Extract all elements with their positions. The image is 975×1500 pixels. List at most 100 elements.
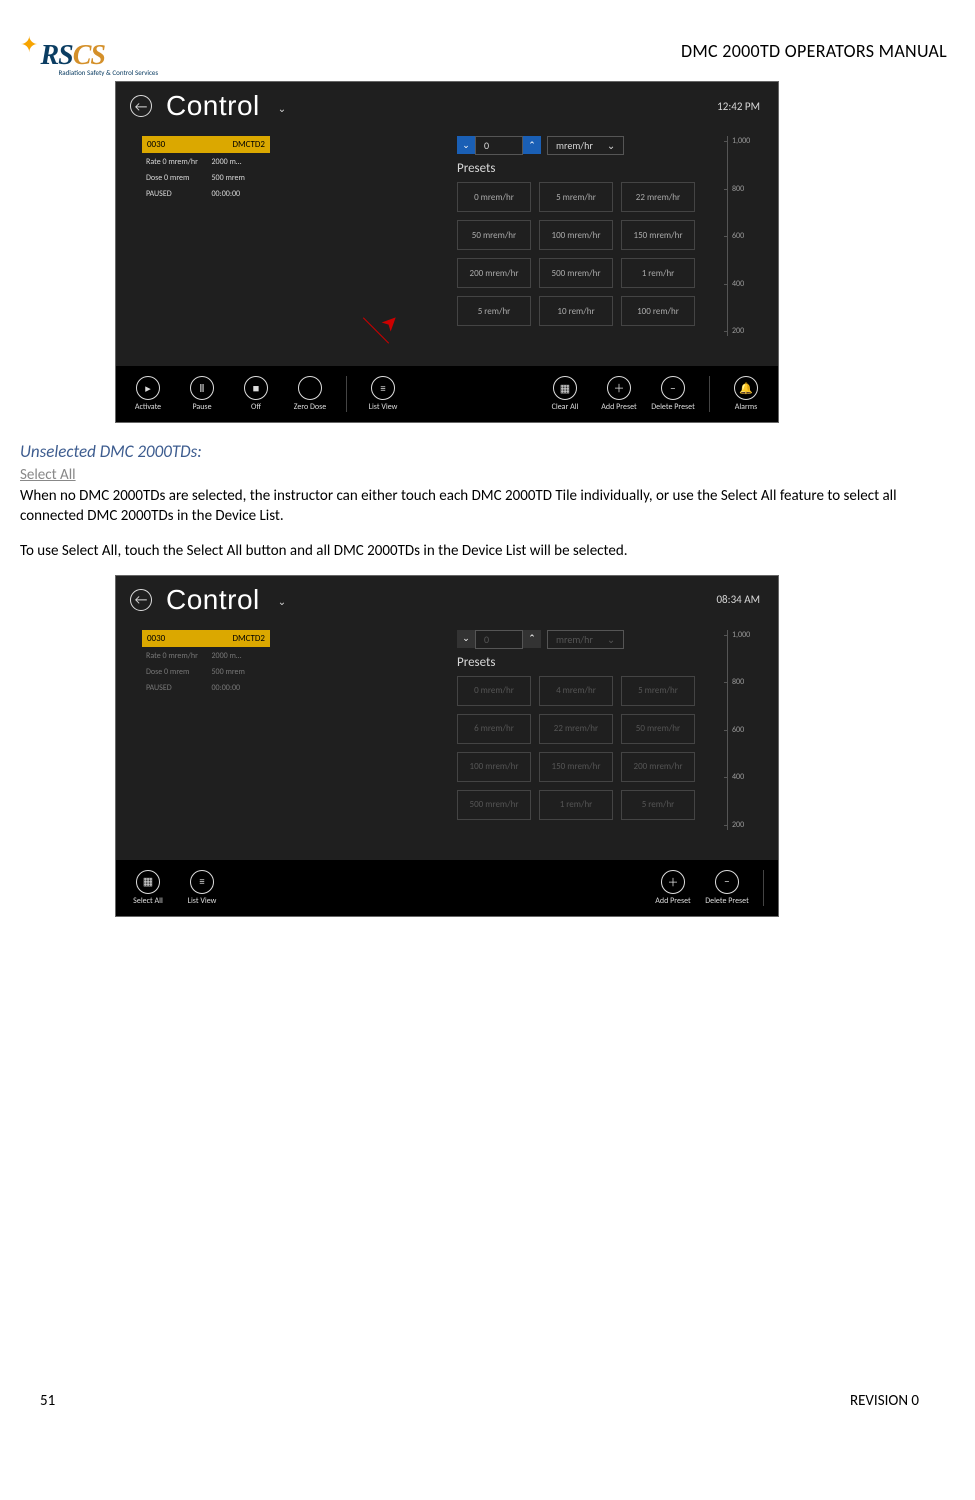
delete-preset-button[interactable]: −Delete Preset: [705, 870, 749, 906]
tile-val2: 500 mrem: [208, 665, 271, 679]
screenshot-control-selected: ← Control ⌄ 12:42 PM 0030 DMCTD2 Rate 0 m…: [115, 81, 779, 423]
preset-cell: 150 mrem/hr: [539, 752, 613, 782]
minus-icon: −: [715, 870, 739, 894]
tile-val2: 500 mrem: [208, 171, 271, 185]
page-footer: 51 REVISION 0: [40, 1392, 919, 1410]
play-icon: ▸: [136, 376, 160, 400]
axis: 1,000 800 600 400 200: [727, 630, 768, 830]
preset-cell[interactable]: 50 mrem/hr: [457, 220, 531, 250]
tile-rate: Rate 0 mrem/hr: [142, 649, 205, 663]
preset-cell[interactable]: 100 mrem/hr: [539, 220, 613, 250]
clear-icon: ▦: [553, 376, 577, 400]
spinner-value[interactable]: 0: [475, 136, 523, 155]
clock: 08:34 AM: [716, 593, 764, 606]
rate-spinner: ⌄ 0 ⌃ mrem/hr⌄: [457, 630, 719, 649]
presets-grid: 0 mrem/hr 5 mrem/hr 22 mrem/hr 50 mrem/h…: [457, 182, 719, 326]
chevron-down-icon[interactable]: ⌄: [278, 595, 286, 608]
tile-model: 2000 m…: [208, 649, 271, 663]
back-icon[interactable]: ←: [130, 95, 152, 117]
tile-name: DMCTD2: [232, 139, 265, 150]
preset-cell: 5 rem/hr: [621, 790, 695, 820]
presets-label: Presets: [457, 161, 719, 176]
separator: [346, 376, 347, 412]
preset-cell: 4 mrem/hr: [539, 676, 613, 706]
stop-icon: ■: [244, 376, 268, 400]
tile-name: DMCTD2: [232, 633, 265, 644]
zero-dose-button[interactable]: Zero Dose: [288, 376, 332, 412]
preset-cell: 22 mrem/hr: [539, 714, 613, 744]
spinner-up-icon[interactable]: ⌃: [523, 136, 541, 154]
preset-cell[interactable]: 1 rem/hr: [621, 258, 695, 288]
preset-cell[interactable]: 0 mrem/hr: [457, 182, 531, 212]
separator: [763, 870, 764, 906]
activate-button[interactable]: ▸Activate: [126, 376, 170, 412]
chevron-down-icon: ⌄: [607, 139, 615, 152]
clock: 12:42 PM: [717, 100, 764, 113]
unit-select[interactable]: mrem/hr⌄: [547, 136, 624, 155]
pause-icon: Ⅱ: [190, 376, 214, 400]
add-preset-button[interactable]: ＋Add Preset: [651, 870, 695, 906]
spinner-down-icon[interactable]: ⌄: [457, 136, 475, 154]
page-header: ✦ RSCS Radiation Safety & Control Servic…: [20, 40, 947, 77]
off-button[interactable]: ■Off: [234, 376, 278, 412]
separator: [709, 376, 710, 412]
device-tile[interactable]: 0030DMCTD2 Rate 0 mrem/hr2000 m… Dose 0 …: [142, 136, 270, 358]
list-view-button[interactable]: ≡List View: [361, 376, 405, 412]
select-all-icon: ▦: [136, 870, 160, 894]
preset-cell[interactable]: 100 rem/hr: [621, 296, 695, 326]
rate-spinner[interactable]: ⌄ 0 ⌃ mrem/hr⌄: [457, 136, 719, 155]
revision-label: REVISION 0: [850, 1392, 919, 1410]
spinner-down-icon: ⌄: [457, 630, 475, 648]
document-title: DMC 2000TD OPERATORS MANUAL: [681, 40, 947, 62]
screen-title: Control: [166, 90, 260, 122]
tile-id: 0030: [147, 139, 165, 150]
tile-id: 0030: [147, 633, 165, 644]
preset-cell[interactable]: 200 mrem/hr: [457, 258, 531, 288]
screenshot-control-unselected: ← Control ⌄ 08:34 AM 0030DMCTD2 Rate 0 m…: [115, 575, 779, 917]
logo-tagline: Radiation Safety & Control Services: [58, 68, 158, 77]
preset-cell[interactable]: 22 mrem/hr: [621, 182, 695, 212]
preset-cell[interactable]: 10 rem/hr: [539, 296, 613, 326]
preset-cell: 5 mrem/hr: [621, 676, 695, 706]
logo-star-icon: ✦: [20, 31, 38, 58]
tile-rate: Rate 0 mrem/hr: [142, 155, 205, 169]
tile-model: 2000 m…: [208, 155, 271, 169]
preset-cell: 0 mrem/hr: [457, 676, 531, 706]
plus-icon: ＋: [661, 870, 685, 894]
list-icon: ≡: [371, 376, 395, 400]
preset-cell: 100 mrem/hr: [457, 752, 531, 782]
preset-cell: 500 mrem/hr: [457, 790, 531, 820]
chevron-down-icon[interactable]: ⌄: [278, 102, 286, 115]
preset-cell: 6 mrem/hr: [457, 714, 531, 744]
minus-icon: −: [661, 376, 685, 400]
tile-time: 00:00:00: [208, 681, 271, 695]
page-number: 51: [40, 1392, 55, 1410]
tile-time: 00:00:00: [208, 187, 271, 201]
axis: 1,000 800 600 400 200: [727, 136, 768, 336]
preset-cell: 1 rem/hr: [539, 790, 613, 820]
app-bar: ▸Activate ⅡPause ■Off Zero Dose ≡List Vi…: [116, 366, 778, 422]
back-icon[interactable]: ←: [130, 589, 152, 611]
preset-cell[interactable]: 150 mrem/hr: [621, 220, 695, 250]
preset-cell[interactable]: 500 mrem/hr: [539, 258, 613, 288]
add-preset-button[interactable]: ＋Add Preset: [597, 376, 641, 412]
logo: ✦ RSCS Radiation Safety & Control Servic…: [20, 40, 158, 77]
pause-button[interactable]: ⅡPause: [180, 376, 224, 412]
zero-icon: [298, 376, 322, 400]
logo-text: RSCS: [40, 40, 105, 71]
select-all-button[interactable]: ▦Select All: [126, 870, 170, 906]
preset-cell: 50 mrem/hr: [621, 714, 695, 744]
presets-label: Presets: [457, 655, 719, 670]
alarms-button[interactable]: 🔔Alarms: [724, 376, 768, 412]
preset-cell[interactable]: 5 mrem/hr: [539, 182, 613, 212]
preset-cell: 200 mrem/hr: [621, 752, 695, 782]
device-tile[interactable]: 0030DMCTD2 Rate 0 mrem/hr2000 m… Dose 0 …: [142, 630, 270, 852]
presets-grid: 0 mrem/hr 4 mrem/hr 5 mrem/hr 6 mrem/hr …: [457, 676, 719, 820]
paragraph: When no DMC 2000TDs are selected, the in…: [20, 486, 947, 527]
delete-preset-button[interactable]: −Delete Preset: [651, 376, 695, 412]
tile-state: PAUSED: [142, 681, 205, 695]
preset-cell[interactable]: 5 rem/hr: [457, 296, 531, 326]
spinner-up-icon: ⌃: [523, 630, 541, 648]
clear-all-button[interactable]: ▦Clear All: [543, 376, 587, 412]
list-view-button[interactable]: ≡List View: [180, 870, 224, 906]
